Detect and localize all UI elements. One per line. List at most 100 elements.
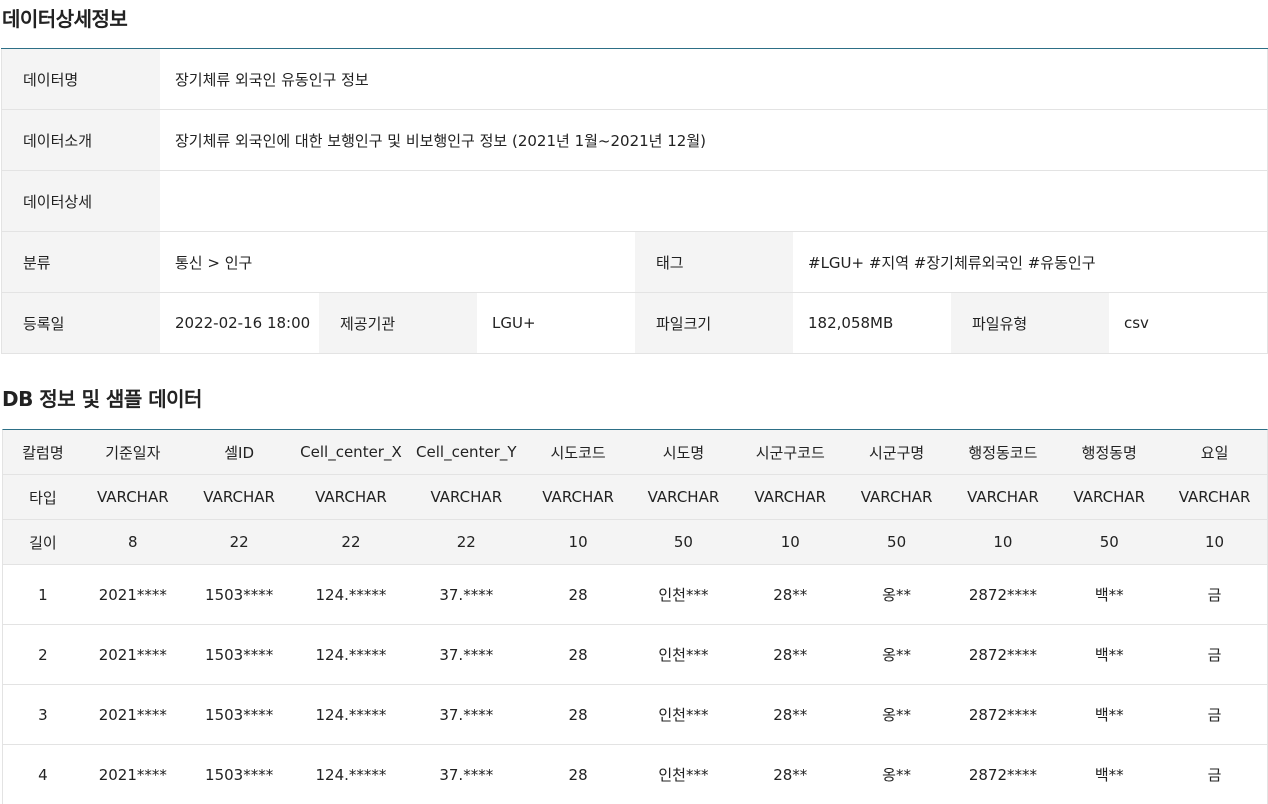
meta-row: 등록일 2022-02-16 18:00 제공기관 LGU+ 파일크기 182,… xyxy=(1,293,1268,354)
table-cell: 28** xyxy=(773,765,808,784)
table-cell: 시도코드 xyxy=(550,443,606,462)
table-cell: 50 xyxy=(673,533,693,551)
table-cell: 28 xyxy=(568,765,588,784)
table-cell: 28 xyxy=(568,705,588,724)
table-cell: 1503**** xyxy=(205,705,274,724)
sample-row: 3 2021**** 1503**** 124.***** 37.**** 28 인천***… xyxy=(3,685,1267,745)
table-cell: 37.**** xyxy=(439,705,494,724)
table-cell: 37.**** xyxy=(439,765,494,784)
table-cell: 124.***** xyxy=(315,585,387,604)
table-cell: 칼럼명 xyxy=(22,443,64,462)
table-cell: 길이 xyxy=(29,533,57,552)
table-cell: 인천*** xyxy=(658,586,709,604)
data-detail-label: 데이터상세 xyxy=(2,171,160,231)
table-cell: 옹** xyxy=(882,586,911,604)
column-name-row: 칼럼명 기준일자 셀ID Cell_center_X Cell_center_Y 시도코드… xyxy=(3,430,1267,475)
table-cell: 37.**** xyxy=(439,645,494,664)
table-cell: 22 xyxy=(229,533,249,551)
table-cell: 금 xyxy=(1207,706,1222,724)
table-cell: VARCHAR xyxy=(1178,488,1251,506)
table-cell: 124.***** xyxy=(315,765,387,784)
table-cell: VARCHAR xyxy=(542,488,614,506)
table-cell: 37.**** xyxy=(439,585,494,604)
table-cell: VARCHAR xyxy=(203,488,275,506)
table-cell: 22 xyxy=(341,533,361,551)
table-cell: VARCHAR xyxy=(647,488,720,506)
table-cell: 옹** xyxy=(882,706,911,724)
table-cell: 1503**** xyxy=(205,585,274,604)
table-cell: VARCHAR xyxy=(315,488,387,506)
table-cell: 2 xyxy=(38,645,48,664)
table-cell: 2872**** xyxy=(968,765,1037,784)
table-cell: 3 xyxy=(38,705,48,724)
data-name-value: 장기체류 외국인 유동인구 정보 xyxy=(160,49,1267,109)
sample-row: 1 2021**** 1503**** 124.***** 37.**** 28 인천***… xyxy=(3,565,1267,625)
length-row: 길이 8 22 22 22 10 50 10 50 10 50 10 xyxy=(3,520,1267,565)
table-cell: 22 xyxy=(456,533,476,551)
table-cell: 백** xyxy=(1094,646,1124,664)
file-type-label: 파일유형 xyxy=(951,293,1109,353)
db-section-title: DB 정보 및 샘플 데이터 xyxy=(2,387,202,411)
table-cell: 2021**** xyxy=(98,765,167,784)
reg-date-value: 2022-02-16 18:00 xyxy=(160,293,319,353)
detail-section-title: 데이터상세정보 xyxy=(2,7,128,31)
table-cell: Cell_center_X xyxy=(300,443,402,461)
tag-value: #LGU+ #지역 #장기체류외국인 #유동인구 xyxy=(793,232,1267,292)
table-cell: 인천*** xyxy=(658,646,709,664)
table-cell: 10 xyxy=(993,533,1013,551)
table-cell: 2872**** xyxy=(968,705,1037,724)
table-cell: VARCHAR xyxy=(860,488,933,506)
table-cell: 1 xyxy=(38,585,48,604)
table-cell: 요일 xyxy=(1200,443,1229,462)
table-cell: 10 xyxy=(568,533,588,551)
table-cell: VARCHAR xyxy=(1073,488,1146,506)
table-cell: VARCHAR xyxy=(967,488,1039,506)
table-cell: 10 xyxy=(1205,533,1225,551)
data-name-row: 데이터명 장기체류 외국인 유동인구 정보 xyxy=(1,49,1268,110)
table-cell: 금 xyxy=(1207,586,1222,604)
table-cell: 28** xyxy=(773,705,808,724)
table-cell: 8 xyxy=(128,533,138,551)
table-cell: 50 xyxy=(887,533,907,551)
table-cell: 시도명 xyxy=(662,443,705,462)
table-cell: 인천*** xyxy=(658,706,709,724)
table-cell: 28** xyxy=(773,645,808,664)
table-cell: 2021**** xyxy=(98,585,167,604)
table-cell: 금 xyxy=(1207,766,1222,784)
table-cell: 행정동명 xyxy=(1081,443,1137,462)
category-value: 통신 > 인구 xyxy=(160,232,635,292)
table-cell: 백** xyxy=(1094,706,1124,724)
reg-date-label: 등록일 xyxy=(2,293,160,353)
table-cell: 백** xyxy=(1094,766,1124,784)
data-name-label: 데이터명 xyxy=(2,49,160,109)
table-cell: 1503**** xyxy=(205,645,274,664)
file-type-value: csv xyxy=(1109,293,1267,353)
data-detail-value xyxy=(160,171,1267,231)
table-cell: 기준일자 xyxy=(105,443,161,462)
table-cell: 2872**** xyxy=(968,645,1037,664)
provider-value: LGU+ xyxy=(477,293,635,353)
provider-label: 제공기관 xyxy=(319,293,477,353)
table-cell: 4 xyxy=(38,765,48,784)
tag-label: 태그 xyxy=(635,232,793,292)
category-tag-row: 분류 통신 > 인구 태그 #LGU+ #지역 #장기체류외국인 #유동인구 xyxy=(1,232,1268,293)
table-cell: 2872**** xyxy=(968,585,1037,604)
db-sample-table: 칼럼명 기준일자 셀ID Cell_center_X Cell_center_Y 시도코드… xyxy=(2,429,1268,804)
sample-row: 2 2021**** 1503**** 124.***** 37.**** 28 인천***… xyxy=(3,625,1267,685)
table-cell: 셀ID xyxy=(224,443,255,462)
table-cell: 10 xyxy=(780,533,800,551)
table-cell: 2021**** xyxy=(98,705,167,724)
data-intro-value: 장기체류 외국인에 대한 보행인구 및 비보행인구 정보 (2021년 1월~2… xyxy=(160,110,1267,170)
table-cell: 50 xyxy=(1099,533,1119,551)
table-cell: 28** xyxy=(773,585,808,604)
table-cell: 행정동코드 xyxy=(968,443,1038,462)
table-cell: 인천*** xyxy=(658,766,709,784)
table-cell: 124.***** xyxy=(315,705,387,724)
category-label: 분류 xyxy=(2,232,160,292)
table-cell: VARCHAR xyxy=(430,488,503,506)
table-cell: 타입 xyxy=(29,488,57,507)
table-cell: 옹** xyxy=(882,766,911,784)
data-intro-label: 데이터소개 xyxy=(2,110,160,170)
table-cell: 28 xyxy=(568,585,588,604)
table-cell: 28 xyxy=(568,645,588,664)
